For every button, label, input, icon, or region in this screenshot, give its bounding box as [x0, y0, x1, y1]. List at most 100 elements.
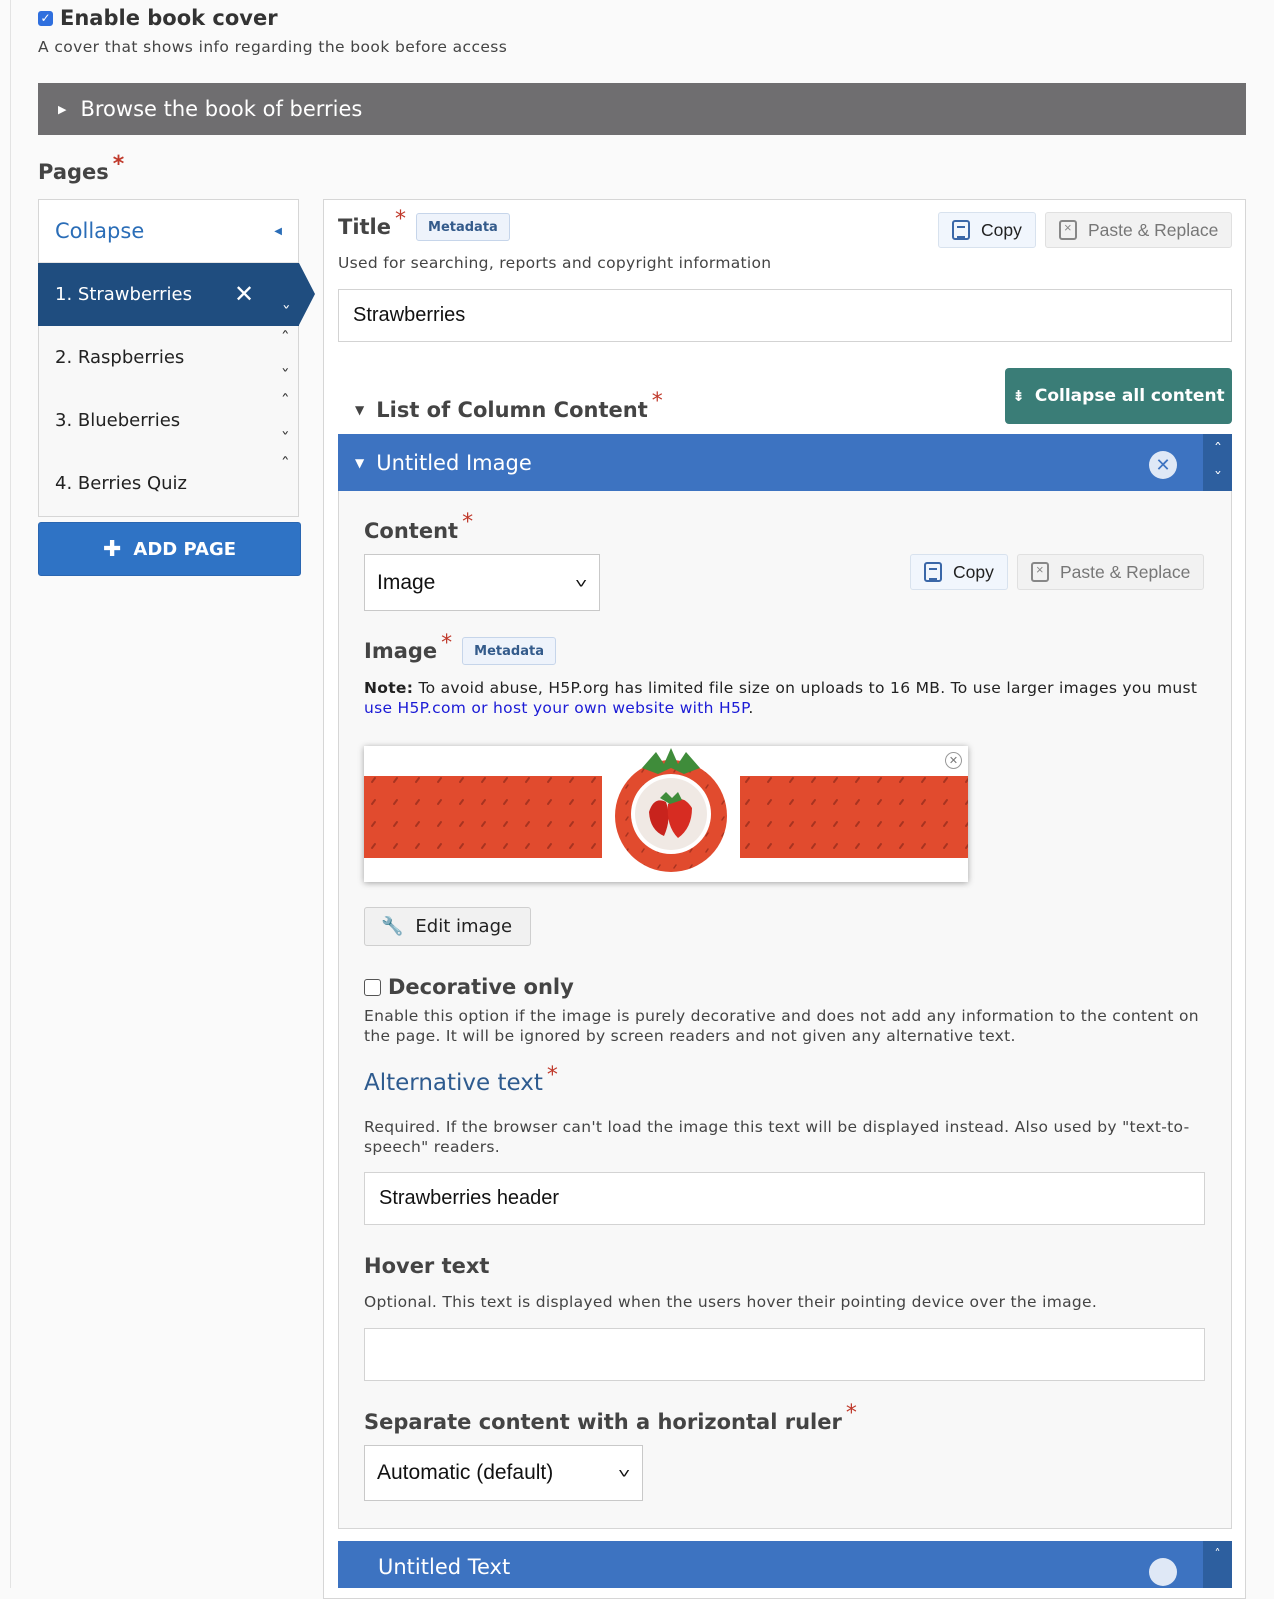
- required-marker: *: [395, 206, 407, 232]
- decorative-only-checkbox[interactable]: [364, 978, 381, 996]
- title-field-header: Title * Metadata: [338, 207, 510, 241]
- move-up-icon[interactable]: ˄: [280, 393, 289, 408]
- separator-value: Automatic (default): [377, 1461, 554, 1484]
- hover-text-label: Hover text: [364, 1254, 490, 1278]
- column-content-header[interactable]: ▼ List of Column Content *: [355, 389, 663, 422]
- browse-book-label: Browse the book of berries: [80, 97, 363, 121]
- move-up-icon[interactable]: ˄: [1203, 1541, 1232, 1588]
- strawberry-banner-image: [364, 746, 968, 884]
- content-type-select[interactable]: Image ˅: [364, 554, 600, 611]
- group-title: Untitled Text: [378, 1555, 511, 1579]
- add-page-button[interactable]: ✚ ADD PAGE: [38, 522, 301, 576]
- note-end: .: [748, 699, 754, 717]
- alt-text-description: Required. If the browser can't load the …: [364, 1118, 1190, 1156]
- move-down-icon[interactable]: ˅: [281, 305, 290, 320]
- required-marker: *: [651, 389, 663, 414]
- hover-text-description: Optional. This text is displayed when th…: [364, 1293, 1098, 1311]
- image-group-header[interactable]: ▼ Untitled Image ✕ ˄ ˅: [338, 434, 1232, 491]
- decorative-only-row[interactable]: Decorative only: [364, 975, 574, 999]
- move-up-icon[interactable]: ˄: [280, 330, 289, 345]
- image-preview: ✕: [364, 746, 968, 884]
- title-copy-button[interactable]: Copy: [938, 212, 1036, 248]
- collapse-pages-button[interactable]: Collapse ◀: [39, 200, 298, 263]
- alt-text-header: Alternative text *: [364, 1063, 558, 1097]
- alt-text-label: Alternative text: [364, 1070, 543, 1096]
- required-marker: *: [845, 1401, 857, 1426]
- title-paste-replace-button[interactable]: Paste & Replace: [1045, 212, 1233, 248]
- image-field-header: Image * Metadata: [364, 631, 556, 665]
- move-down-icon[interactable]: ˅: [280, 368, 289, 383]
- column-content-label: List of Column Content: [376, 397, 648, 422]
- content-field-header: Content *: [364, 510, 473, 543]
- content-label: Content: [364, 518, 459, 543]
- browse-book-toggle[interactable]: ▶ Browse the book of berries: [38, 83, 1246, 135]
- hover-text-input[interactable]: [364, 1328, 1205, 1381]
- collapse-label: Collapse: [55, 219, 145, 243]
- content-paste-replace-button[interactable]: Paste & Replace: [1017, 554, 1205, 590]
- edit-image-button[interactable]: 🔧 Edit image: [364, 907, 531, 946]
- separator-header: Separate content with a horizontal ruler…: [364, 1401, 857, 1434]
- paste-label: Paste & Replace: [1088, 219, 1219, 240]
- caret-down-icon: ▼: [355, 402, 365, 417]
- enable-book-cover-row[interactable]: ✓ Enable book cover: [38, 6, 278, 30]
- copy-label: Copy: [953, 561, 994, 582]
- copy-icon: [952, 220, 970, 240]
- page-item-label: 1. Strawberries: [55, 284, 192, 305]
- wrench-icon: 🔧: [381, 916, 404, 937]
- paste-label: Paste & Replace: [1060, 561, 1191, 582]
- title-label: Title: [338, 215, 392, 239]
- upload-note: Note: To avoid abuse, H5P.org has limite…: [364, 678, 1204, 718]
- content-type-value: Image: [377, 570, 436, 594]
- pages-navigation: Collapse ◀ 1. Strawberries ✕ ˅ 2. Raspbe…: [38, 199, 315, 517]
- group-order-buttons: ˄ ˅: [1203, 434, 1232, 491]
- image-metadata-button[interactable]: Metadata: [462, 637, 556, 665]
- move-down-icon[interactable]: ˅: [280, 431, 289, 446]
- move-up-icon[interactable]: ˄: [280, 456, 289, 471]
- remove-group-icon[interactable]: [1149, 1558, 1177, 1586]
- collapse-all-label: Collapse all content: [1034, 386, 1225, 406]
- caret-right-icon: ▶: [58, 102, 67, 116]
- required-marker: *: [546, 1062, 558, 1088]
- page-item-label: 3. Blueberries: [55, 410, 181, 431]
- note-text: To avoid abuse, H5P.org has limited file…: [413, 679, 1198, 697]
- add-page-label: ADD PAGE: [133, 538, 237, 560]
- h5p-com-link[interactable]: use H5P.com or host your own website wit…: [364, 699, 748, 717]
- required-marker: *: [441, 630, 453, 656]
- separator-select[interactable]: Automatic (default) ˅: [364, 1445, 643, 1501]
- edit-image-label: Edit image: [415, 916, 513, 937]
- text-group-header[interactable]: Untitled Text ˄: [338, 1541, 1232, 1588]
- paste-icon: [1059, 220, 1077, 240]
- page-item-blueberries[interactable]: 3. Blueberries ˄ ˅: [39, 389, 298, 452]
- image-label: Image: [364, 639, 438, 663]
- note-bold: Note:: [364, 679, 414, 697]
- remove-image-icon[interactable]: ✕: [945, 752, 962, 769]
- caret-left-icon: ◀: [274, 225, 282, 237]
- title-description: Used for searching, reports and copyrigh…: [338, 254, 772, 272]
- page-item-raspberries[interactable]: 2. Raspberries ˄ ˅: [39, 326, 298, 389]
- collapse-all-content-button[interactable]: ⇟ Collapse all content: [1005, 368, 1232, 424]
- title-input[interactable]: Strawberries: [338, 289, 1232, 342]
- plus-icon: ✚: [102, 536, 122, 562]
- page-left-border: [10, 0, 11, 1588]
- required-marker: *: [112, 152, 125, 177]
- caret-down-icon: ▼: [355, 455, 365, 470]
- content-copy-button[interactable]: Copy: [910, 554, 1008, 590]
- pages-label: Pages *: [38, 152, 124, 185]
- decorative-description: Enable this option if the image is purel…: [364, 1007, 1199, 1045]
- collapse-all-icon: ⇟: [1012, 387, 1025, 405]
- page-item-label: 2. Raspberries: [55, 347, 185, 368]
- page-item-label: 4. Berries Quiz: [55, 473, 188, 494]
- paste-icon: [1031, 562, 1049, 582]
- remove-page-icon[interactable]: ✕: [234, 280, 254, 308]
- move-down-icon[interactable]: ˅: [1213, 470, 1221, 484]
- page-item-berries-quiz[interactable]: 4. Berries Quiz ˄: [39, 452, 298, 515]
- title-metadata-button[interactable]: Metadata: [416, 213, 510, 241]
- pages-label-text: Pages: [38, 160, 109, 184]
- group-title: Untitled Image: [376, 450, 532, 475]
- move-up-icon[interactable]: ˄: [1213, 441, 1221, 455]
- enable-book-cover-checkbox[interactable]: ✓: [38, 10, 53, 26]
- alt-text-input[interactable]: Strawberries header: [364, 1172, 1205, 1225]
- remove-group-icon[interactable]: ✕: [1149, 451, 1177, 479]
- enable-book-cover-label: Enable book cover: [60, 6, 278, 30]
- page-item-strawberries[interactable]: 1. Strawberries ✕ ˅: [38, 263, 315, 326]
